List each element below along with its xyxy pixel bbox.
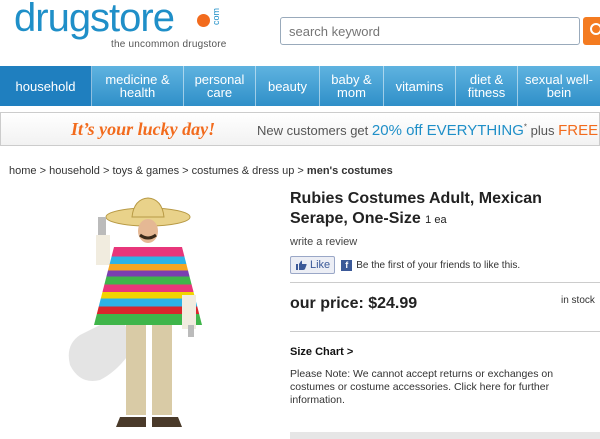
logo-com: com <box>211 8 221 26</box>
product-price: our price: $24.99 <box>290 295 418 312</box>
logo-wordmark: drugstore <box>14 0 175 40</box>
nav-item-household[interactable]: household <box>0 66 92 106</box>
product-unit: 1 ea <box>425 214 447 226</box>
search-box <box>280 17 580 45</box>
thumbs-up-icon <box>296 260 307 270</box>
search-button[interactable] <box>583 17 600 45</box>
stock-status: in stock <box>561 295 595 306</box>
promo-headline: It’s your lucky day! <box>71 119 216 139</box>
promo-banner[interactable]: It’s your lucky day! New customers get 2… <box>0 112 600 146</box>
breadcrumb: home > household > toys & games > costum… <box>9 165 393 177</box>
write-review-link[interactable]: write a review <box>290 236 357 248</box>
divider <box>290 282 600 283</box>
breadcrumb-household[interactable]: household <box>49 165 100 177</box>
drugstore-logo[interactable]: drugstore com the uncommon drugstore <box>14 0 244 60</box>
breadcrumb-home[interactable]: home <box>9 165 37 177</box>
logo-tagline: the uncommon drugstore <box>111 39 227 50</box>
promo-free: FREE <box>558 122 599 139</box>
divider <box>290 331 600 332</box>
facebook-like-button[interactable]: Like <box>290 256 336 274</box>
nav-item-vitamins[interactable]: vitamins <box>384 66 456 106</box>
add-to-cart-panel <box>290 432 600 439</box>
promo-offer: 20% off EVERYTHING <box>371 122 524 139</box>
nav-item-sexual-wellbeing[interactable]: sexual well-bein <box>518 66 600 106</box>
product-image[interactable] <box>60 195 270 439</box>
site-header: drugstore com the uncommon drugstore <box>0 0 600 62</box>
product-title: Rubies Costumes Adult, Mexican Serape, O… <box>290 190 542 227</box>
size-chart-link[interactable]: Size Chart > <box>290 346 353 358</box>
nav-item-personal-care[interactable]: personal care <box>184 66 256 106</box>
facebook-like-text: Be the first of your friends to like thi… <box>356 259 521 271</box>
facebook-like-row: Like f Be the first of your friends to l… <box>290 256 520 274</box>
return-policy-note[interactable]: Please Note: We cannot accept returns or… <box>290 368 590 407</box>
promo-text: New customers get 20% off EVERYTHING* pl… <box>257 122 599 139</box>
breadcrumb-costumes[interactable]: costumes & dress up <box>192 165 295 177</box>
facebook-icon: f <box>341 259 353 271</box>
nav-item-medicine-health[interactable]: medicine & health <box>92 66 184 106</box>
nav-item-baby-mom[interactable]: baby & mom <box>320 66 384 106</box>
breadcrumb-toys-games[interactable]: toys & games <box>112 165 179 177</box>
breadcrumb-current: men's costumes <box>306 165 393 177</box>
nav-item-beauty[interactable]: beauty <box>256 66 320 106</box>
search-input[interactable] <box>281 18 579 44</box>
category-nav: household medicine & health personal car… <box>0 66 600 106</box>
logo-dot-icon <box>197 14 210 27</box>
nav-item-diet-fitness[interactable]: diet & fitness <box>456 66 518 106</box>
